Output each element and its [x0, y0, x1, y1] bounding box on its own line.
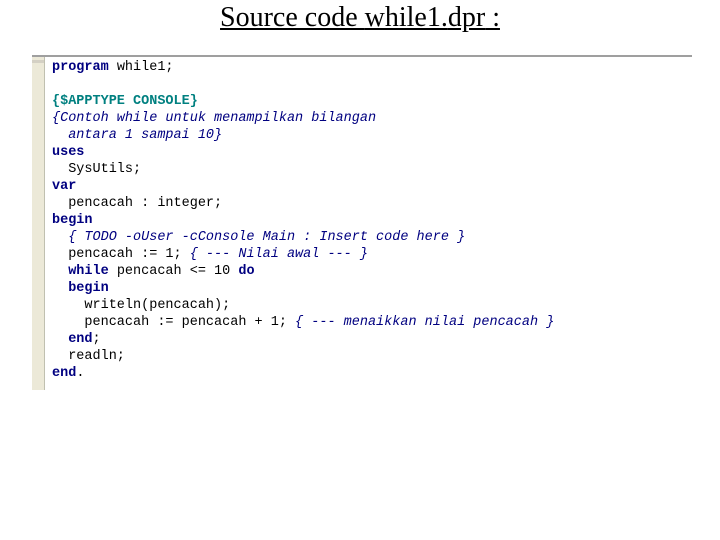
keyword-end: end	[52, 366, 76, 381]
keyword-end: end	[68, 332, 92, 347]
code-line-13: while pencacah <= 10 do	[52, 264, 255, 279]
code-line-10: begin	[52, 213, 93, 228]
keyword-var: var	[52, 179, 76, 194]
code-block: program while1; {$APPTYPE CONSOLE} {Cont…	[32, 55, 692, 390]
source-code: program while1; {$APPTYPE CONSOLE} {Cont…	[32, 57, 692, 390]
code-line-4: {Contoh while untuk menampilkan bilangan	[52, 111, 376, 126]
code-line-16: pencacah := pencacah + 1; { --- menaikka…	[52, 315, 554, 330]
slide: Source code while1.dpr : program while1;…	[0, 0, 720, 540]
code-line-17: end;	[52, 332, 101, 347]
code-gutter	[32, 57, 45, 390]
code-line-9: pencacah : integer;	[52, 196, 222, 211]
title-part2: while1.	[365, 2, 448, 33]
keyword-begin: begin	[52, 213, 93, 228]
code-line-18: readln;	[52, 349, 125, 364]
comment: antara 1 sampai 10}	[52, 128, 222, 143]
code-line-15: writeln(pencacah);	[52, 298, 230, 313]
directive-apptype: {$APPTYPE CONSOLE}	[52, 94, 198, 109]
comment: { --- Nilai awal --- }	[190, 247, 368, 262]
keyword-do: do	[238, 264, 254, 279]
code-line-3: {$APPTYPE CONSOLE}	[52, 94, 198, 109]
keyword-uses: uses	[52, 145, 84, 160]
code-line-7: SysUtils;	[52, 162, 141, 177]
code-line-19: end.	[52, 366, 84, 381]
code-line-11: { TODO -oUser -cConsole Main : Insert co…	[52, 230, 465, 245]
page-title: Source code while1.dpr :	[0, 2, 720, 34]
title-part3: dpr	[448, 2, 485, 33]
keyword-begin: begin	[68, 281, 109, 296]
keyword-while: while	[68, 264, 109, 279]
title-part4: :	[485, 2, 500, 33]
comment: { --- menaikkan nilai pencacah }	[295, 315, 554, 330]
code-line-1: program while1;	[52, 60, 174, 75]
code-line-6: uses	[52, 145, 84, 160]
comment: {Contoh while untuk menampilkan bilangan	[52, 111, 376, 126]
code-line-12: pencacah := 1; { --- Nilai awal --- }	[52, 247, 368, 262]
code-line-5: antara 1 sampai 10}	[52, 128, 222, 143]
title-part1: Source code	[220, 2, 365, 33]
gutter-mark	[32, 60, 44, 63]
code-line-14: begin	[52, 281, 109, 296]
comment: { TODO -oUser -cConsole Main : Insert co…	[68, 230, 465, 245]
keyword-program: program	[52, 60, 109, 75]
code-line-8: var	[52, 179, 76, 194]
